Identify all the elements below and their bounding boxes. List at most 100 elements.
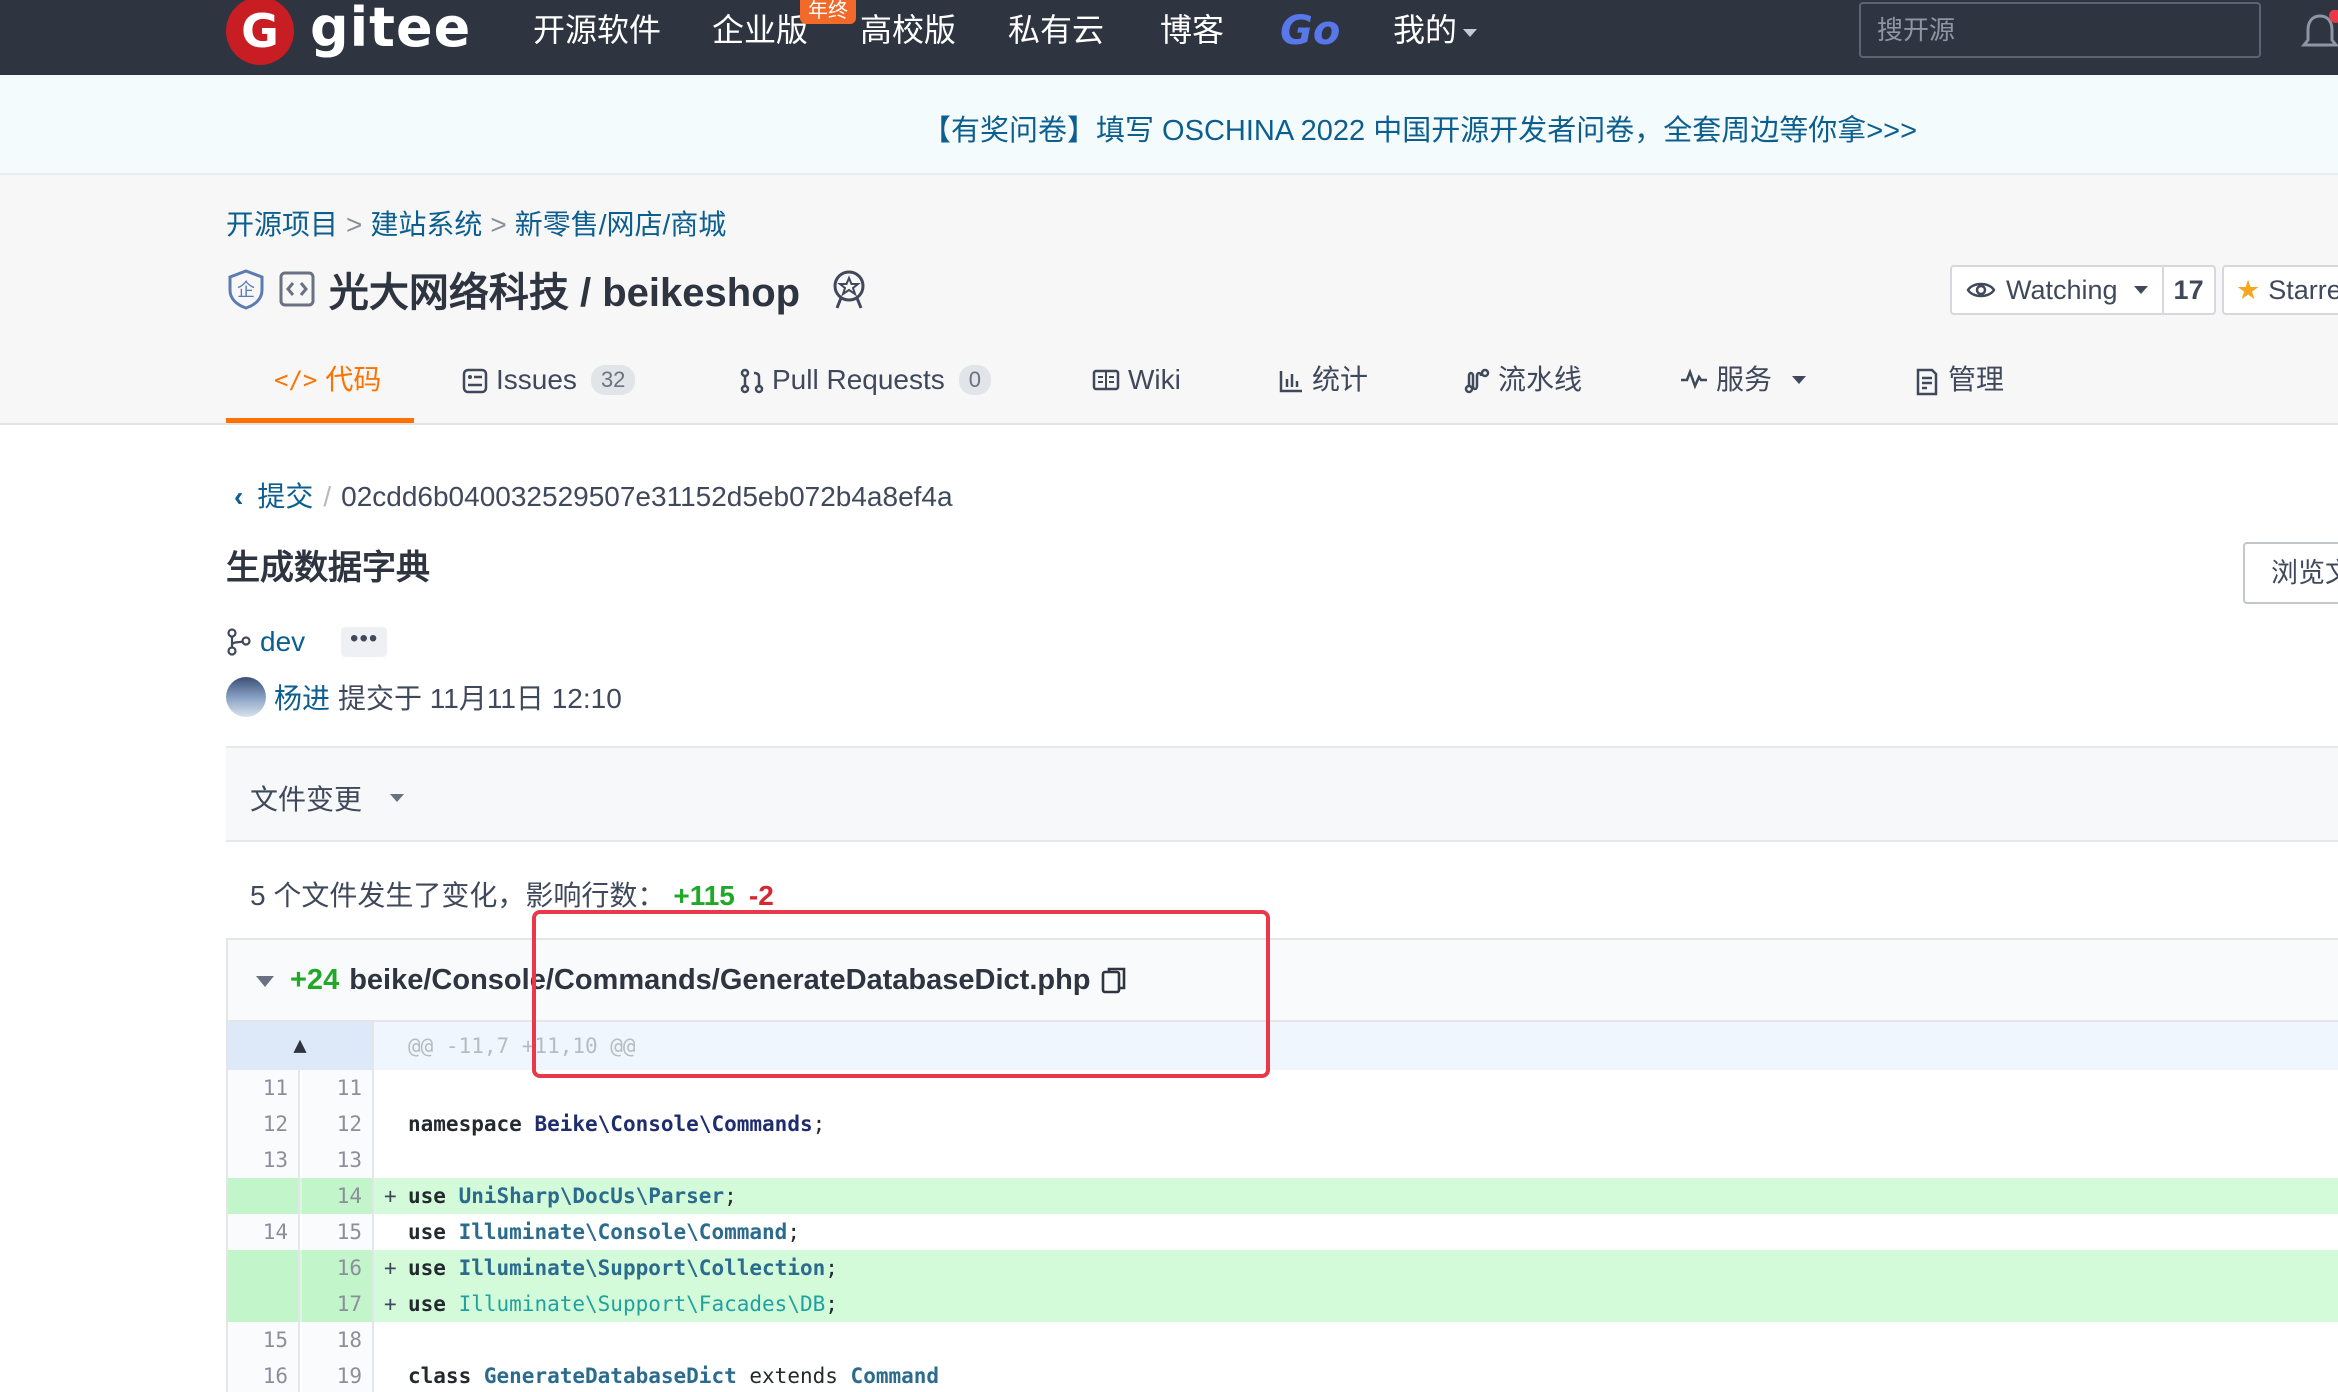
code-text: use Illuminate\Console\Command; [408,1214,800,1250]
tab-pipeline[interactable]: 流水线 [1464,350,1582,425]
breadcrumb-retail[interactable]: 新零售/网店/商城 [515,209,727,240]
new-line-number[interactable]: 13 [302,1142,374,1178]
nav-private-cloud[interactable]: 私有云 [1008,10,1104,50]
author-line: 杨进 提交于 11月11日 12:10 [226,675,622,719]
expand-up-icon[interactable]: ▲ [228,1022,374,1070]
deletions-count: -2 [748,880,774,911]
diff-line-added: 14 + use UniSharp\DocUs\Parser; [228,1178,2338,1214]
commit-meta: 提交于 11月11日 12:10 [338,683,622,714]
new-line-number[interactable]: 12 [302,1106,374,1142]
new-line-number[interactable]: 15 [302,1214,374,1250]
top-navbar: G gitee 开源软件 企业版 年终 高校版 私有云 博客 Go 我的 [0,0,2338,75]
old-line-number[interactable]: 13 [228,1142,300,1178]
tab-manage[interactable]: 管理 [1914,350,2004,425]
new-line-number[interactable]: 17 [302,1286,374,1322]
diff-line-added: 17 + use Illuminate\Support\Facades\DB; [228,1286,2338,1322]
old-line-number[interactable]: 16 [228,1358,300,1392]
diff-line: 15 18 [228,1322,2338,1358]
chevron-down-icon [390,794,405,802]
file-changes-toggle[interactable]: 文件变更 [250,778,405,818]
commit-sha: 02cdd6b040032529507e31152d5eb072b4a8ef4a [341,481,953,512]
survey-link[interactable]: 【有奖问卷】填写 OSCHINA 2022 中国开源开发者问卷，全套周边等你拿>… [922,107,1917,149]
logo-text[interactable]: gitee [310,0,471,59]
star-button[interactable]: ★Starred [2222,265,2338,315]
chevron-down-icon [2133,286,2148,294]
diff-line: 12 12 namespace Beike\Console\Commands; [228,1106,2338,1142]
back-to-commits[interactable]: ‹ 提交 [234,481,313,512]
code-text: namespace Beike\Console\Commands; [408,1106,825,1142]
code-keyword: use [408,1184,446,1208]
added-sign: + [384,1184,397,1208]
nav-go[interactable]: Go [1280,8,1340,54]
code-tail: extends [736,1364,851,1388]
nav-open-source[interactable]: 开源软件 [533,10,661,50]
collapse-caret-icon[interactable] [256,976,274,987]
old-line-number[interactable]: 12 [228,1106,300,1142]
tab-code-label: 代码 [325,364,382,395]
browse-files-button[interactable]: 浏览文件 [2243,542,2338,604]
active-tab-underline [226,418,414,423]
diff-line-added: 16 + use Illuminate\Support\Collection; [228,1250,2338,1286]
tab-services[interactable]: 服务 [1680,350,1807,425]
tab-stats[interactable]: 统计 [1278,350,1368,425]
code-keyword: namespace [408,1112,522,1136]
bell-icon[interactable] [2300,10,2338,54]
old-line-number[interactable] [228,1178,300,1214]
author-name[interactable]: 杨进 [274,677,330,717]
nav-blog[interactable]: 博客 [1160,10,1224,50]
project-header: 开源项目 > 建站系统 > 新零售/网店/商城 企 光大网络科技 / beikeshop… [0,175,2338,425]
code-text: use Illuminate\Support\Collection; [408,1250,838,1286]
diff-line: 13 13 [228,1142,2338,1178]
diff-line: 16 19 class GenerateDatabaseDict extends… [228,1358,2338,1392]
old-line-number[interactable]: 11 [228,1070,300,1106]
pull-request-icon [740,368,764,394]
enterprise-shield-icon: 企 [228,269,264,310]
chevron-left-icon: ‹ [234,481,244,512]
watch-button[interactable]: Watching [1952,267,2162,313]
tab-code[interactable]: </> 代码 [274,350,381,425]
code-keyword: class [408,1364,472,1388]
wiki-book-icon [1092,369,1120,391]
search-input[interactable] [1859,2,2261,58]
gitee-logo-icon[interactable]: G [226,0,294,65]
branch-name[interactable]: dev [260,626,305,658]
new-line-number[interactable]: 11 [302,1070,374,1106]
gvp-badge-icon[interactable] [829,268,869,310]
code-parent-class: Command [850,1364,940,1388]
old-line-number[interactable]: 14 [228,1214,300,1250]
new-line-number[interactable]: 18 [302,1322,374,1358]
watch-count[interactable]: 17 [2161,267,2214,313]
breadcrumb-open-source[interactable]: 开源项目 [226,209,338,240]
code-tail: ; [825,1292,838,1316]
tab-manage-label: 管理 [1948,364,2005,395]
tab-issues-label: Issues [496,364,577,395]
new-line-number[interactable]: 19 [302,1358,374,1392]
copy-icon[interactable] [1101,966,1127,996]
diff-file-name: +24 beike/Console/Commands/GenerateDatab… [290,964,1127,997]
old-line-number[interactable]: 15 [228,1322,300,1358]
new-line-number[interactable]: 14 [302,1178,374,1214]
new-line-number[interactable]: 16 [302,1250,374,1286]
breadcrumb-separator: > [490,209,507,240]
nav-mine[interactable]: 我的 [1393,10,1478,50]
tab-issues[interactable]: Issues 32 [462,350,636,425]
old-line-number[interactable] [228,1286,300,1322]
diff-line: 14 15 use Illuminate\Console\Command; [228,1214,2338,1250]
file-path[interactable]: beike/Console/Commands/GenerateDatabaseD… [349,964,1090,997]
old-line-number[interactable] [228,1250,300,1286]
code-tail: ; [787,1220,800,1244]
breadcrumb-site-builder[interactable]: 建站系统 [370,209,482,240]
back-label: 提交 [257,481,314,512]
more-options-button[interactable]: ••• [341,627,388,657]
tab-wiki[interactable]: Wiki [1092,350,1181,425]
star-label: Starred [2268,275,2338,305]
tab-pull-requests[interactable]: Pull Requests 0 [740,350,992,425]
code-tail: ; [724,1184,737,1208]
avatar[interactable] [226,677,266,717]
repo-name[interactable]: 光大网络科技 / beikeshop [329,260,800,318]
star-icon: ★ [2236,275,2261,305]
issues-count-badge: 32 [590,365,636,395]
nav-education[interactable]: 高校版 [860,10,956,50]
code-namespace: Illuminate\Support\Facades\DB [458,1292,826,1316]
nav-enterprise[interactable]: 企业版 [712,10,808,50]
